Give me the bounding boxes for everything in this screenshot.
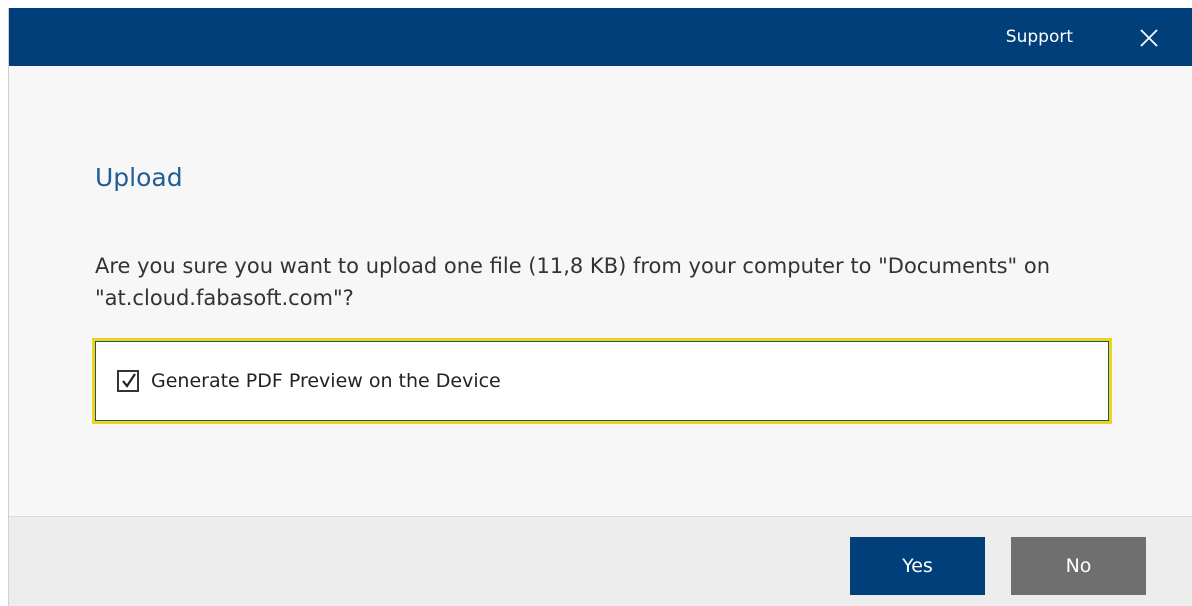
pdf-preview-label: Generate PDF Preview on the Device (151, 370, 501, 392)
dialog-header-bar: Support (9, 8, 1192, 66)
support-link[interactable]: Support (1006, 8, 1073, 66)
pdf-preview-checkbox-row[interactable]: Generate PDF Preview on the Device (117, 365, 501, 397)
dialog-footer: Yes No (9, 516, 1192, 606)
pdf-preview-option-box: Generate PDF Preview on the Device (92, 338, 1112, 424)
checkmark-icon (122, 373, 136, 388)
yes-button[interactable]: Yes (850, 537, 985, 595)
no-button[interactable]: No (1011, 537, 1146, 595)
pdf-preview-checkbox[interactable] (117, 370, 139, 392)
confirmation-message: Are you sure you want to upload one file… (95, 254, 1051, 310)
close-icon[interactable] (1139, 28, 1159, 48)
dialog-title: Upload (95, 163, 183, 192)
upload-dialog: Support Upload Are you sure you want to … (8, 8, 1192, 606)
